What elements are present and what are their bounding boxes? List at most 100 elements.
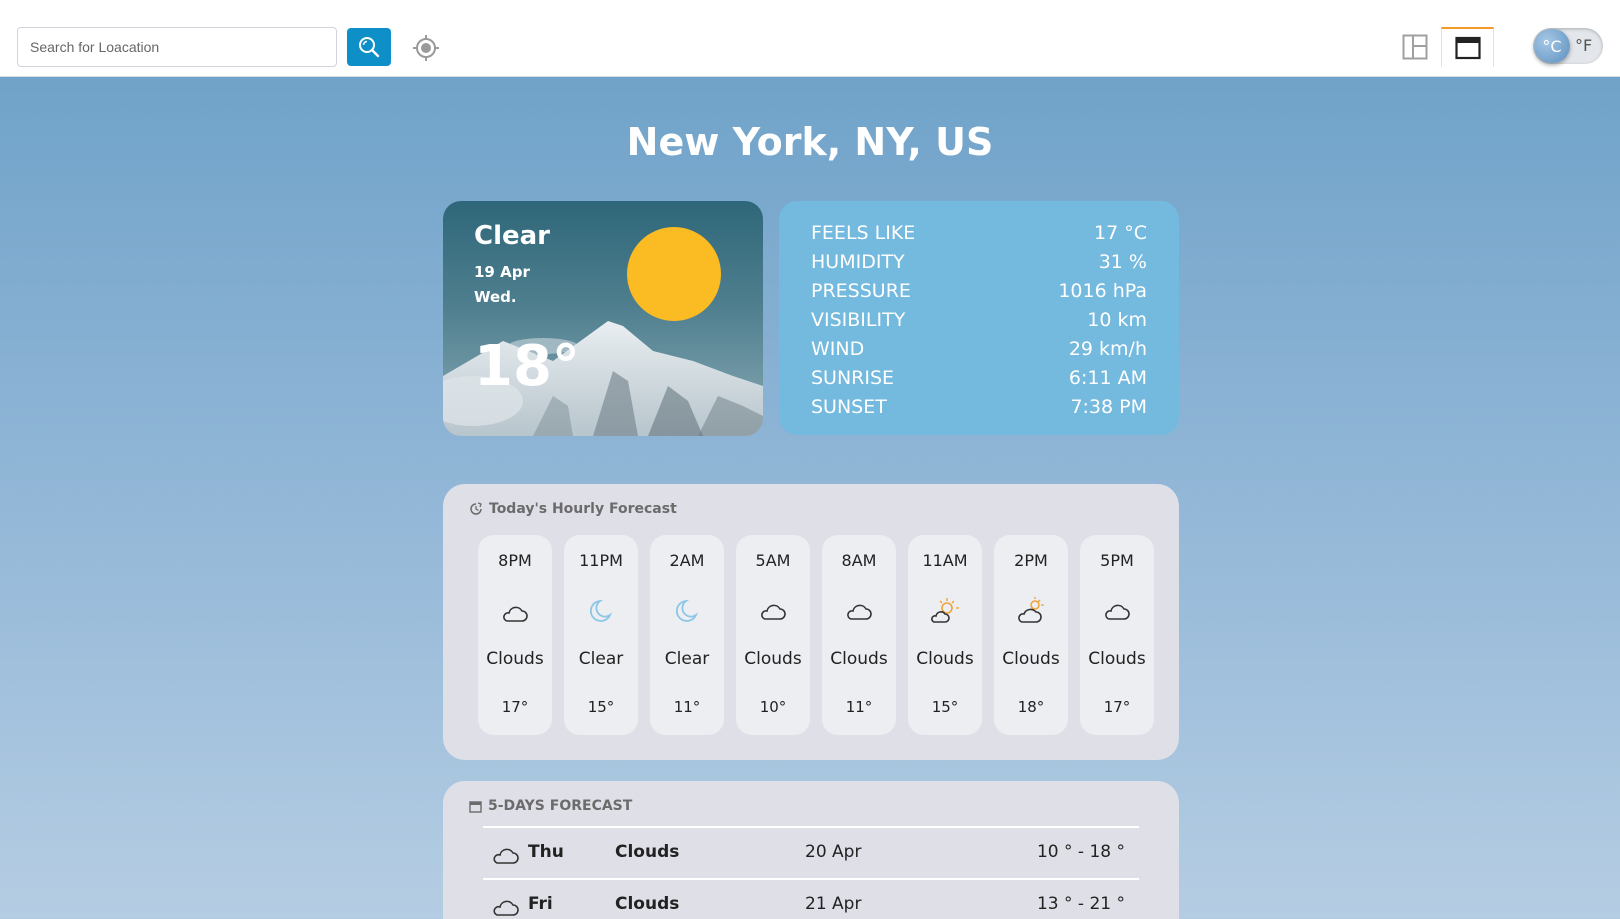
forecast-day: Thu xyxy=(528,842,564,862)
hour-card: 5AM Clouds 10° xyxy=(736,535,810,735)
detail-value: 10 km xyxy=(1087,309,1147,331)
search-input[interactable] xyxy=(17,27,337,67)
hour-time: 2AM xyxy=(669,551,705,570)
detail-sunset: SUNSET 7:38 PM xyxy=(811,393,1147,422)
detail-label: SUNRISE xyxy=(811,367,895,389)
detail-label: HUMIDITY xyxy=(811,251,905,273)
detail-label: PRESSURE xyxy=(811,280,911,302)
forecast-range: 13 ° - 21 ° xyxy=(1036,894,1125,914)
hour-condition: Clear xyxy=(664,649,710,669)
forecast-row: Fri Clouds 21 Apr 13 ° - 21 ° xyxy=(483,878,1139,919)
hour-temperature: 17° xyxy=(1103,698,1131,716)
forecast-row: Thu Clouds 20 Apr 10 ° - 18 ° xyxy=(483,826,1139,878)
search-button[interactable] xyxy=(347,28,391,66)
cloud-sun-icon xyxy=(1018,597,1044,623)
crosshair-icon xyxy=(413,35,439,61)
detail-feels-like: FEELS LIKE 17 °C xyxy=(811,219,1147,248)
detail-label: SUNSET xyxy=(811,396,887,418)
cloud-sun-icon xyxy=(931,598,959,623)
hour-card: 2AM Clear 11° xyxy=(650,535,724,735)
detail-value: 7:38 PM xyxy=(1070,396,1147,418)
detail-value: 31 % xyxy=(1098,251,1147,273)
hour-card: 11AM Clouds 15° xyxy=(908,535,982,735)
detail-value: 17 °C xyxy=(1094,222,1147,244)
detail-value: 6:11 AM xyxy=(1068,367,1147,389)
hourly-title-text: Today's Hourly Forecast xyxy=(489,501,677,517)
forecast-condition: Clouds xyxy=(615,894,680,914)
sun-icon xyxy=(627,227,721,321)
hour-time: 8AM xyxy=(841,551,877,570)
forecast-range: 10 ° - 18 ° xyxy=(1036,842,1125,862)
unit-celsius[interactable]: °C xyxy=(1534,29,1570,63)
current-weekday: Wed. xyxy=(474,288,517,306)
detail-label: WIND xyxy=(811,338,865,360)
five-day-title-text: 5-DAYS FORECAST xyxy=(488,798,633,814)
cloud-icon xyxy=(847,604,872,620)
five-day-forecast-panel: 5-DAYS FORECAST Thu Clouds 20 Apr 10 ° -… xyxy=(443,781,1179,919)
current-weather-card: Clear 19 Apr Wed. 18° xyxy=(443,201,763,436)
hour-temperature: 18° xyxy=(1017,698,1045,716)
cloud-moon-icon xyxy=(503,600,528,622)
hour-time: 5PM xyxy=(1100,551,1134,570)
hour-temperature: 15° xyxy=(931,698,959,716)
detail-visibility: VISIBILITY 10 km xyxy=(811,306,1147,335)
cloud-icon xyxy=(761,604,786,620)
hour-card: 11PM Clear 15° xyxy=(564,535,638,735)
hour-card: 8AM Clouds 11° xyxy=(822,535,896,735)
unit-fahrenheit[interactable]: °F xyxy=(1575,28,1592,64)
current-temperature: 18° xyxy=(474,334,580,399)
location-title: New York, NY, US xyxy=(626,120,994,164)
detail-label: FEELS LIKE xyxy=(811,222,916,244)
calendar-icon xyxy=(469,800,482,813)
hour-condition: Clouds xyxy=(744,649,802,669)
current-condition: Clear xyxy=(474,221,550,251)
hour-condition: Clear xyxy=(578,649,624,669)
forecast-date: 21 Apr xyxy=(805,894,862,914)
hour-condition: Clouds xyxy=(486,649,544,669)
moon-icon xyxy=(589,599,613,622)
detail-humidity: HUMIDITY 31 % xyxy=(811,248,1147,277)
hour-condition: Clouds xyxy=(916,649,974,669)
hourly-forecast-panel: Today's Hourly Forecast 8PM Clouds 17° 1… xyxy=(443,484,1179,760)
hour-temperature: 15° xyxy=(587,698,615,716)
hour-time: 11PM xyxy=(579,551,623,570)
hour-condition: Clouds xyxy=(830,649,888,669)
five-day-title: 5-DAYS FORECAST xyxy=(469,798,632,814)
split-layout-icon xyxy=(1402,34,1427,60)
forecast-date: 20 Apr xyxy=(805,842,862,862)
hour-temperature: 10° xyxy=(759,698,787,716)
unit-toggle[interactable]: °C °F xyxy=(1533,28,1603,64)
forecast-day: Fri xyxy=(528,894,553,914)
cloud-icon xyxy=(493,848,519,864)
hour-time: 2PM xyxy=(1014,551,1048,570)
current-date: 19 Apr xyxy=(474,263,530,281)
hour-card: 8PM Clouds 17° xyxy=(478,535,552,735)
full-view-button[interactable] xyxy=(1441,27,1494,67)
split-view-button[interactable] xyxy=(1388,27,1441,67)
hour-condition: Clouds xyxy=(1002,649,1060,669)
full-window-icon xyxy=(1454,36,1481,60)
detail-sunrise: SUNRISE 6:11 AM xyxy=(811,364,1147,393)
detail-label: VISIBILITY xyxy=(811,309,906,331)
hour-time: 11AM xyxy=(922,551,968,570)
hour-condition: Clouds xyxy=(1088,649,1146,669)
hour-card: 2PM Clouds 18° xyxy=(994,535,1068,735)
moon-icon xyxy=(675,599,699,622)
hour-temperature: 11° xyxy=(845,698,873,716)
magnifier-icon xyxy=(359,37,380,58)
detail-wind: WIND 29 km/h xyxy=(811,335,1147,364)
detail-pressure: PRESSURE 1016 hPa xyxy=(811,277,1147,306)
hour-temperature: 17° xyxy=(501,698,529,716)
cloud-icon xyxy=(493,900,519,916)
top-bar: °C °F xyxy=(0,0,1620,77)
detail-value: 1016 hPa xyxy=(1058,280,1147,302)
hourly-forecast-title: Today's Hourly Forecast xyxy=(469,501,677,517)
locate-button[interactable] xyxy=(412,34,440,62)
cloud-icon xyxy=(1105,604,1130,620)
weather-details-card: FEELS LIKE 17 °C HUMIDITY 31 % PRESSURE … xyxy=(779,201,1179,435)
detail-value: 29 km/h xyxy=(1068,338,1147,360)
hour-temperature: 11° xyxy=(673,698,701,716)
hour-time: 8PM xyxy=(498,551,532,570)
forecast-condition: Clouds xyxy=(615,842,680,862)
hour-card: 5PM Clouds 17° xyxy=(1080,535,1154,735)
